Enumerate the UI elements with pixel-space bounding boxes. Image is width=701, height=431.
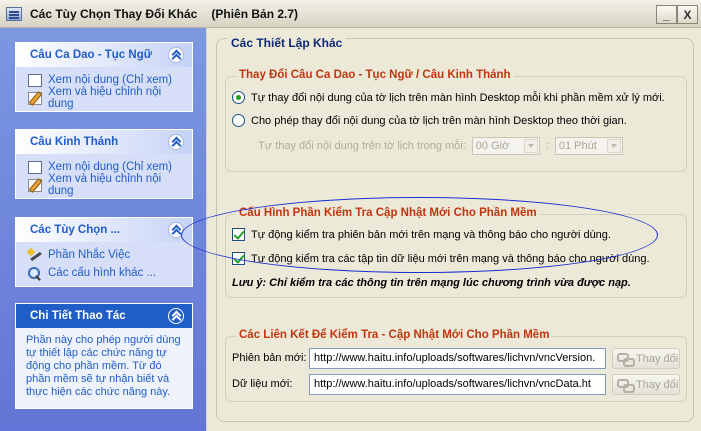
link-label: Phần Nhắc Việc [48, 249, 131, 261]
panel-details: Chi Tiết Thao Tác Phần này cho phép ngườ… [15, 303, 193, 409]
group-title: Cấu Hình Phần Kiểm Tra Cập Nhật Mới Cho … [236, 207, 540, 219]
checkbox-label: Tự động kiểm tra các tập tin dữ liệu mới… [251, 252, 650, 265]
collapse-icon[interactable] [168, 134, 184, 150]
link-icon [617, 352, 635, 367]
link-label: Xem nội dung (Chỉ xem) [48, 161, 172, 173]
link-label: Xem nội dung (Chỉ xem) [48, 74, 172, 86]
app-icon [6, 6, 22, 21]
panel-header-kinh-thanh[interactable]: Câu Kinh Thánh [16, 130, 192, 154]
radio-button[interactable] [232, 114, 245, 127]
settings-frame: Các Thiết Lập Khác Thay Đổi Câu Ca Dao -… [216, 36, 694, 422]
link-other-settings[interactable]: Các cấu hình khác ... [28, 264, 184, 282]
panel-title: Các Tùy Chọn ... [30, 224, 121, 236]
change-content-group: Thay Đổi Câu Ca Dao - Tục Ngữ / Câu Kinh… [225, 69, 687, 172]
window-version: (Phiên Bản 2.7) [211, 6, 299, 21]
radio-timed-change[interactable]: Cho phép thay đổi nội dung của tờ lịch t… [232, 114, 627, 127]
checkbox[interactable] [232, 228, 245, 241]
panel-header-ca-dao[interactable]: Câu Ca Dao - Tục Ngữ [16, 43, 192, 67]
search-icon [28, 266, 42, 280]
collapse-icon[interactable] [168, 47, 184, 63]
version-url-field[interactable]: http://www.haitu.info/uploads/softwares/… [309, 348, 606, 369]
close-button[interactable]: X [677, 5, 698, 24]
link-label: Các cấu hình khác ... [48, 267, 157, 279]
settings-content: Các Thiết Lập Khác Thay Đổi Câu Ca Dao -… [206, 28, 701, 431]
radio-label: Cho phép thay đổi nội dung của tờ lịch t… [251, 114, 627, 127]
check-version-option[interactable]: Tự động kiểm tra phiên bản mới trên mạng… [232, 228, 611, 241]
panel-header-details[interactable]: Chi Tiết Thao Tác [16, 304, 192, 328]
version-url-label: Phiên bản mới: [232, 352, 307, 364]
minutes-select[interactable]: 01 Phút [554, 137, 623, 155]
minutes-value: 01 Phút [558, 140, 597, 152]
panel-options: Các Tùy Chọn ... Phần Nhắc Việc Các cấu … [15, 217, 193, 287]
details-text: Phần này cho phép người dùng tự thiết lậ… [26, 334, 181, 398]
panel-title: Chi Tiết Thao Tác [30, 310, 126, 322]
edit-icon [28, 178, 42, 192]
collapse-icon[interactable] [168, 308, 184, 324]
chevron-down-icon[interactable] [523, 139, 538, 153]
title-bar: Các Tùy Chọn Thay Đổi Khác (Phiên Bản 2.… [0, 0, 701, 28]
button-label: Thay đổi [636, 378, 679, 391]
hours-value: 00 Giờ [475, 140, 510, 152]
link-reminders[interactable]: Phần Nhắc Việc [28, 246, 184, 264]
task-pane: Câu Ca Dao - Tục Ngữ Xem nội dung (Chỉ x… [0, 28, 206, 431]
checkbox[interactable] [232, 252, 245, 265]
time-separator: : [545, 140, 549, 152]
main-title: Các Thiết Lập Khác [227, 36, 347, 50]
check-data-option[interactable]: Tự động kiểm tra các tập tin dữ liệu mới… [232, 252, 650, 265]
button-label: Thay đổi [636, 352, 679, 365]
radio-auto-change[interactable]: Tự thay đổi nội dung của tờ lịch trên mà… [232, 91, 665, 104]
link-label: Xem và hiệu chỉnh nội dung [48, 173, 162, 197]
change-version-url-button[interactable]: Thay đổi [612, 348, 680, 369]
wand-icon [28, 249, 42, 262]
chevron-down-icon[interactable] [606, 139, 621, 153]
change-data-url-button[interactable]: Thay đổi [612, 374, 680, 395]
interval-label: Tự thay đổi nội dung trên tờ lịch trong … [258, 140, 466, 152]
data-url-label: Dữ liệu mới: [232, 378, 293, 390]
link-edit-kinh-thanh[interactable]: Xem và hiệu chỉnh nội dung [28, 173, 184, 197]
group-title: Thay Đổi Câu Ca Dao - Tục Ngữ / Câu Kinh… [236, 69, 514, 81]
data-url-field[interactable]: http://www.haitu.info/uploads/softwares/… [309, 374, 606, 395]
window-title: Các Tùy Chọn Thay Đổi Khác [30, 6, 198, 21]
book-icon [28, 160, 42, 174]
panel-ca-dao: Câu Ca Dao - Tục Ngữ Xem nội dung (Chỉ x… [15, 42, 193, 112]
collapse-icon[interactable] [168, 222, 184, 238]
update-check-group: Cấu Hình Phần Kiểm Tra Cập Nhật Mới Cho … [225, 207, 687, 298]
minimize-button[interactable]: _ [656, 5, 677, 24]
panel-title: Câu Ca Dao - Tục Ngữ [30, 49, 153, 61]
update-note: Lưu ý: Chỉ kiểm tra các thông tin trên m… [232, 277, 631, 289]
link-icon [617, 378, 635, 393]
interval-row: Tự thay đổi nội dung trên tờ lịch trong … [258, 137, 623, 155]
radio-label: Tự thay đổi nội dung của tờ lịch trên mà… [251, 91, 665, 104]
radio-button[interactable] [232, 91, 245, 104]
update-links-group: Các Liên Kết Để Kiểm Tra - Cập Nhật Mới … [225, 329, 687, 402]
panel-kinh-thanh: Câu Kinh Thánh Xem nội dung (Chỉ xem) Xe… [15, 129, 193, 199]
checkbox-label: Tự động kiểm tra phiên bản mới trên mạng… [251, 228, 611, 241]
link-edit-ca-dao[interactable]: Xem và hiệu chỉnh nội dung [28, 86, 184, 110]
panel-title: Câu Kinh Thánh [30, 136, 119, 148]
hours-select[interactable]: 00 Giờ [471, 137, 540, 155]
panel-header-options[interactable]: Các Tùy Chọn ... [16, 218, 192, 242]
edit-icon [28, 91, 42, 105]
link-label: Xem và hiệu chỉnh nội dung [48, 86, 162, 110]
group-title: Các Liên Kết Để Kiểm Tra - Cập Nhật Mới … [236, 329, 553, 341]
book-icon [28, 73, 42, 87]
